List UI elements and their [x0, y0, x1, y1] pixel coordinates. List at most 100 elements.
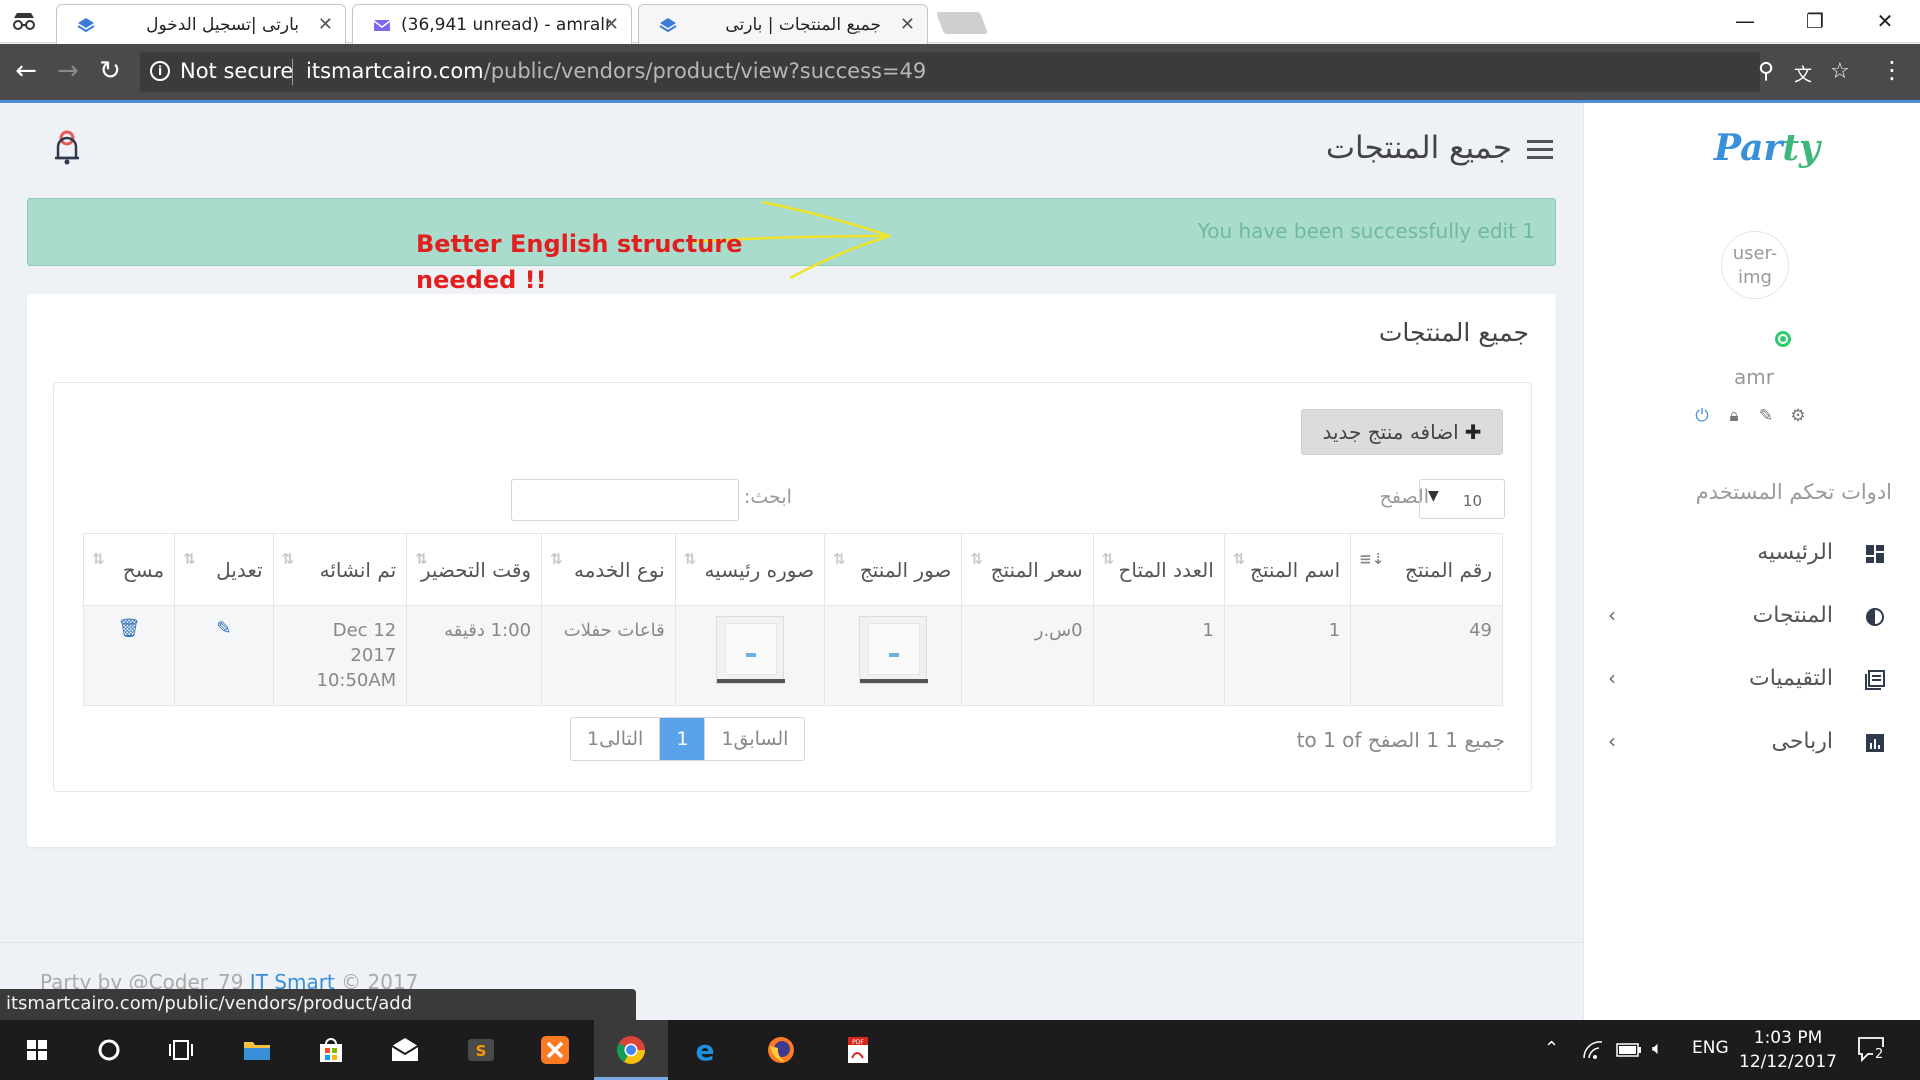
zoom-icon[interactable]: ⚲ [1758, 59, 1774, 84]
taskbar-edge[interactable]: e [668, 1020, 742, 1080]
avatar[interactable]: user-img [1721, 231, 1789, 299]
sidebar-item-label: ارباحى [1771, 729, 1834, 754]
online-status-icon [1775, 331, 1791, 347]
browser-tab-products[interactable]: جميع المنتجات | بارتى ✕ [638, 4, 928, 44]
pagination-next[interactable]: التالى1 [571, 718, 659, 760]
caret-down-icon: ▼ [1428, 488, 1439, 504]
close-window-button[interactable]: ✕ [1850, 0, 1920, 43]
edit-icon[interactable]: ✎ [216, 618, 231, 639]
browser-tab-mail[interactable]: (36,941 unread) - amraln ✕ [352, 4, 632, 44]
close-tab-icon[interactable]: ✕ [900, 14, 915, 35]
column-header[interactable]: اسم المنتج ⇅ [1223, 533, 1352, 606]
url-text[interactable]: itsmartcairo.com/public/vendors/product/… [306, 59, 926, 83]
column-header[interactable]: صور المنتج ⇅ [824, 533, 963, 606]
products-table: رقم المنتج ⇣≡ اسم المنتج ⇅ العدد المتاح ⇅ س… [82, 533, 1503, 706]
back-arrow-icon[interactable]: ← [10, 56, 42, 86]
column-header[interactable]: رقم المنتج ⇣≡ [1350, 533, 1503, 606]
brand-part1: Par [1714, 127, 1783, 169]
sidebar-item-label: الرئيسيه [1757, 540, 1833, 565]
column-header[interactable]: صوره رئيسيه ⇅ [674, 533, 826, 606]
taskbar-file-explorer[interactable] [220, 1020, 294, 1080]
pagination-page[interactable]: 1 [659, 718, 705, 760]
column-header[interactable]: مسح ⇅ [82, 533, 176, 606]
sort-icon: ⇅ [415, 550, 428, 568]
sidebar-item-earnings[interactable]: ‹ ارباحى [1584, 717, 1920, 773]
layers-icon [659, 18, 677, 33]
column-header[interactable]: تعديل ⇅ [174, 533, 274, 606]
clock-date: 12/12/2017 [1739, 1052, 1837, 1072]
cell-main-image [674, 605, 826, 706]
lock-icon[interactable]: 🔒︎ [1724, 406, 1744, 426]
new-tab-button[interactable] [935, 12, 989, 34]
column-label: وقت التحضير [420, 557, 532, 582]
power-icon[interactable]: ⏻ [1692, 406, 1712, 426]
taskbar-xampp[interactable] [518, 1020, 592, 1080]
notification-count: 2 [1873, 1047, 1886, 1062]
restore-button[interactable]: ❐ [1780, 0, 1850, 43]
review-annotation: Better English structure needed !! [416, 226, 742, 298]
pencil-icon[interactable]: ✎ [1756, 406, 1776, 426]
brand-logo[interactable]: Party [1714, 127, 1820, 169]
main-image-thumbnail[interactable] [715, 616, 785, 684]
sidebar-item-home[interactable]: الرئيسيه [1584, 528, 1920, 584]
address-bar[interactable]: i Not secure itsmartcairo.com/public/ven… [140, 52, 1850, 92]
column-label: تعديل [216, 557, 263, 582]
annotation-line: Better English structure [416, 230, 743, 258]
column-header[interactable]: تم انشائه ⇅ [272, 533, 408, 606]
column-header[interactable]: وقت التحضير ⇅ [406, 533, 543, 606]
volume-icon[interactable]: 🔈︎ [1652, 1038, 1663, 1059]
trash-icon[interactable]: 🗑︎ [118, 618, 141, 639]
cell-delete: 🗑︎ [82, 605, 176, 706]
close-tab-icon[interactable]: ✕ [604, 14, 619, 35]
svg-text:S: S [476, 1042, 487, 1060]
product-thumbnail[interactable] [859, 616, 929, 684]
plus-icon: ✚ [1464, 420, 1482, 444]
start-button[interactable] [0, 1020, 74, 1080]
pagination-previous[interactable]: السابق1 [704, 718, 804, 760]
action-center-button[interactable]: 2 [1856, 1034, 1886, 1064]
star-icon[interactable]: ☆ [1830, 59, 1850, 84]
search-input[interactable] [511, 479, 739, 521]
sort-icon: ⇅ [183, 550, 196, 568]
column-header[interactable]: سعر المنتج ⇅ [961, 533, 1094, 606]
taskbar-pdf-reader[interactable]: PDF [820, 1020, 894, 1080]
chevron-up-icon[interactable]: ⌃ [1544, 1038, 1559, 1059]
hamburger-menu-icon[interactable] [1527, 140, 1553, 160]
minimize-button[interactable]: — [1710, 0, 1780, 43]
column-header[interactable]: العدد المتاح ⇅ [1092, 533, 1225, 606]
system-clock[interactable]: 1:03 PM 12/12/2017 [1738, 1026, 1838, 1074]
task-view-button[interactable] [144, 1020, 218, 1080]
pdf-icon: PDF [848, 1037, 868, 1063]
sidebar-item-products[interactable]: ‹ المنتجات [1584, 591, 1920, 647]
pagination: السابق1 1 التالى1 [570, 717, 806, 761]
wifi-icon[interactable] [1582, 1040, 1604, 1060]
kebab-menu-icon[interactable]: ⋮ [1880, 56, 1904, 84]
brand-part2: ty [1782, 127, 1820, 169]
reload-icon[interactable]: ↻ [94, 56, 126, 86]
translate-icon[interactable]: 文 [1794, 61, 1812, 87]
search-label: ابحث: [744, 486, 792, 508]
taskbar-mail[interactable] [368, 1020, 442, 1080]
browser-tab-login[interactable]: بارتى |تسجيل الدخول ✕ [56, 4, 346, 44]
taskbar-firefox[interactable] [744, 1020, 818, 1080]
add-product-button[interactable]: ✚اضافه منتج جديد [1301, 409, 1503, 455]
language-indicator[interactable]: ENG [1692, 1038, 1729, 1058]
gear-icon[interactable]: ⚙ [1788, 406, 1808, 426]
taskbar-store[interactable] [294, 1020, 368, 1080]
column-header[interactable]: نوع الخدمه ⇅ [541, 533, 676, 606]
tab-title: (36,941 unread) - amraln [401, 15, 611, 35]
column-label: نوع الخدمه [574, 557, 665, 582]
close-tab-icon[interactable]: ✕ [318, 14, 333, 35]
forward-arrow-icon[interactable]: → [52, 56, 84, 86]
battery-icon[interactable] [1616, 1042, 1642, 1058]
cortana-button[interactable] [72, 1020, 146, 1080]
security-label[interactable]: Not secure [180, 59, 293, 83]
sidebar-item-reviews[interactable]: ‹ التقيميات [1584, 654, 1920, 710]
taskbar-sublime[interactable]: S [444, 1020, 518, 1080]
bell-icon[interactable] [52, 130, 82, 166]
taskbar-chrome[interactable] [594, 1020, 668, 1080]
list-icon [1865, 670, 1885, 690]
info-icon[interactable]: i [150, 61, 170, 81]
url-host: itsmartcairo.com [306, 59, 484, 83]
page-size-select[interactable]: 10 ▼ [1419, 479, 1505, 519]
